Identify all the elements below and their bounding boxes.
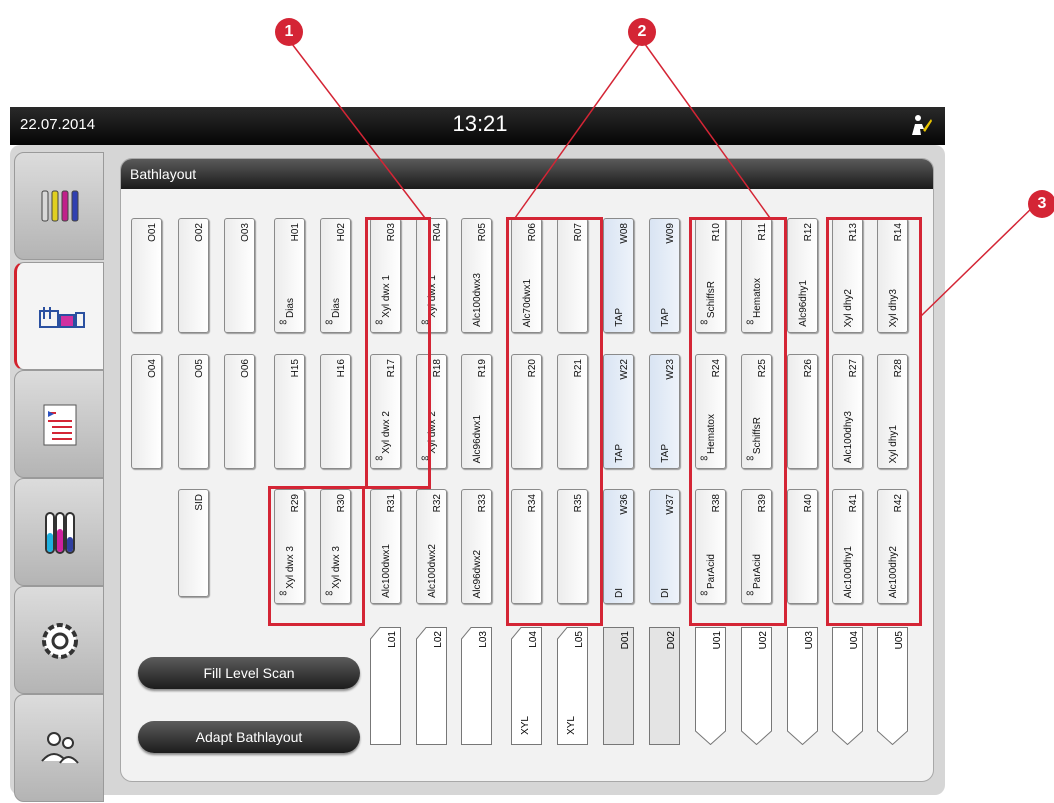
callout-lines: [288, 39, 1036, 318]
callout-3: 3: [1028, 190, 1054, 218]
callout-1: 1: [275, 18, 303, 46]
callout-2: 2: [628, 18, 656, 46]
